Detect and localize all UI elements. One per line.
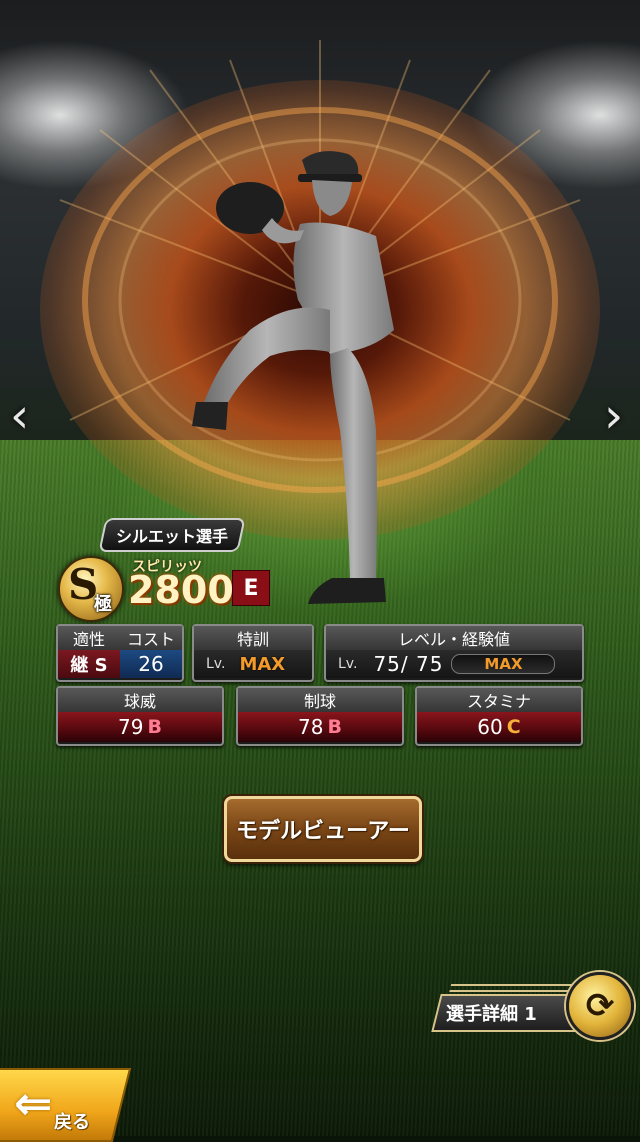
level-max: 75 (416, 652, 444, 676)
stat-grade: B (147, 716, 162, 738)
stat-label: スタミナ (417, 688, 581, 712)
level-current: 75 (373, 652, 401, 676)
level-separator: / (400, 652, 409, 676)
spirits-value: 2800 (128, 568, 234, 612)
stat-grade: B (327, 716, 342, 738)
tokkun-panel: 特訓 Lv. MAX (192, 624, 314, 682)
model-viewer-button[interactable]: モデルビューアー (224, 796, 422, 862)
team-logo-text: E (243, 575, 259, 601)
aptitude-header: 適性 (58, 626, 120, 650)
stat-label: 球威 (58, 688, 222, 712)
exp-bar: MAX (451, 654, 556, 674)
stat-value: 79 (118, 715, 144, 739)
tokkun-body: Lv. MAX (194, 650, 312, 678)
stat-body: 78 B (238, 712, 402, 742)
back-arrow-icon[interactable]: ⇐ (14, 1076, 53, 1130)
level-lv-label: Lv. (338, 656, 358, 672)
tokkun-header: 特訓 (194, 626, 312, 650)
silhouette-player-tag: シルエット選手 (98, 518, 246, 552)
next-player-arrow[interactable]: › (604, 388, 623, 444)
stat-body: 79 B (58, 712, 222, 742)
stat-stamina: スタミナ 60 C (415, 686, 583, 746)
tokkun-lv-label: Lv. (206, 656, 226, 672)
level-exp-panel: レベル・経験値 Lv. 75/ 75 MAX (324, 624, 584, 682)
cost-value: 26 (120, 650, 182, 678)
player-detail-label: 選手詳細 1 (446, 1004, 537, 1025)
stat-label: 制球 (238, 688, 402, 712)
aptitude-column: 適性 継 S (58, 626, 120, 680)
level-header: レベル・経験値 (326, 626, 582, 650)
rank-badge-icon: S 極 (58, 556, 124, 622)
cycle-icon[interactable]: ⟳ (566, 972, 634, 1040)
cost-header: コスト (120, 626, 182, 650)
stat-control: 制球 78 B (236, 686, 404, 746)
team-logo-icon: E (232, 570, 270, 606)
stat-velocity: 球威 79 B (56, 686, 224, 746)
level-body: Lv. 75/ 75 MAX (326, 650, 582, 678)
stat-body: 60 C (417, 712, 581, 742)
aptitude-cost-panel: 適性 継 S コスト 26 (56, 624, 184, 682)
cost-column: コスト 26 (120, 626, 182, 680)
stat-grade: C (506, 716, 521, 738)
stat-value: 60 (477, 715, 503, 739)
exp-bar-text: MAX (484, 655, 523, 673)
level-values: 75/ 75 (373, 652, 443, 676)
tokkun-max-value: MAX (239, 653, 286, 675)
back-button-label[interactable]: 戻る (54, 1108, 90, 1134)
aptitude-value: 継 S (58, 650, 120, 678)
silhouette-tag-label: シルエット選手 (116, 527, 229, 546)
prev-player-arrow[interactable]: ‹ (10, 388, 29, 444)
stat-value: 78 (298, 715, 324, 739)
rank-kanji: 極 (94, 594, 112, 615)
